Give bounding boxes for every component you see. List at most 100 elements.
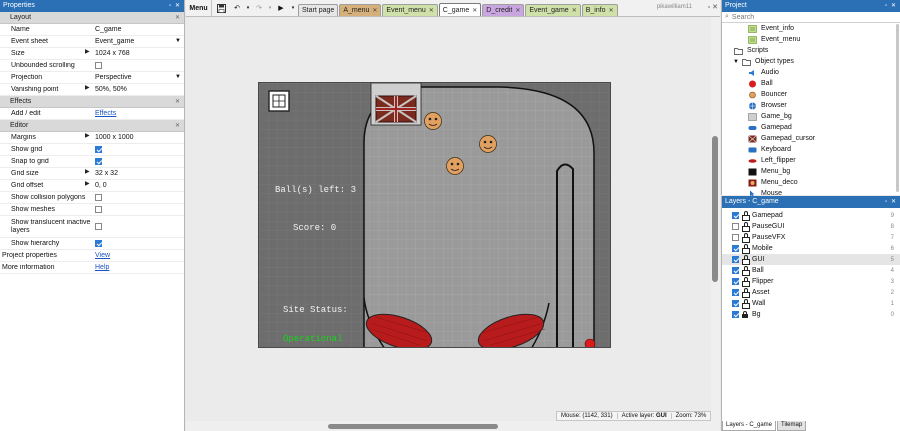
project-item-scripts[interactable]: Scripts bbox=[722, 45, 900, 56]
layer-row-pausegui[interactable]: PauseGUI 8 bbox=[722, 221, 900, 232]
checkbox[interactable] bbox=[95, 157, 102, 165]
panel-controls-icon[interactable]: ▫ ✕ bbox=[885, 0, 900, 12]
project-item-audio[interactable]: Audio bbox=[722, 67, 900, 78]
layer-visible-checkbox[interactable] bbox=[732, 311, 739, 318]
project-item-gamepad[interactable]: Gamepad bbox=[722, 122, 900, 133]
prop-value[interactable]: Help bbox=[92, 264, 184, 271]
layer-row-wall[interactable]: Wall 1 bbox=[722, 298, 900, 309]
undo-dropdown-icon[interactable]: ▾ bbox=[244, 0, 252, 16]
save-icon[interactable] bbox=[212, 0, 230, 16]
unlock-icon[interactable] bbox=[742, 299, 750, 309]
tab-start-page[interactable]: Start page bbox=[298, 4, 339, 16]
layer-visible-checkbox[interactable] bbox=[732, 256, 739, 263]
unlock-icon[interactable] bbox=[742, 288, 750, 298]
menu-button[interactable]: Menu bbox=[186, 0, 212, 16]
user-name[interactable]: pikawilliam11 bbox=[657, 4, 692, 10]
prop-value[interactable]: View bbox=[92, 252, 184, 259]
prop-value[interactable] bbox=[92, 222, 184, 230]
collapse-icon[interactable]: ✕ bbox=[175, 12, 180, 24]
prop-value[interactable] bbox=[92, 157, 184, 165]
checkbox[interactable] bbox=[95, 61, 102, 69]
layer-row-pausevfx[interactable]: PauseVFX 7 bbox=[722, 232, 900, 243]
chevron-down-icon[interactable]: ▼ bbox=[175, 38, 181, 44]
prop-value[interactable]: Perspective ▼ bbox=[92, 74, 184, 81]
unlock-icon[interactable] bbox=[742, 244, 750, 254]
link-help[interactable]: Help bbox=[95, 264, 109, 271]
expand-arrow-icon[interactable]: ▶ bbox=[85, 132, 90, 139]
chevron-down-icon[interactable]: ▼ bbox=[175, 74, 181, 80]
layer-visible-checkbox[interactable] bbox=[732, 234, 739, 241]
unlock-icon[interactable] bbox=[742, 222, 750, 232]
close-icon[interactable]: ✕ bbox=[429, 7, 434, 14]
project-item-browser[interactable]: Browser bbox=[722, 100, 900, 111]
close-icon[interactable]: ✕ bbox=[572, 7, 577, 14]
checkbox[interactable] bbox=[95, 193, 102, 201]
search-input[interactable]: Search bbox=[732, 14, 754, 21]
tab-b-info[interactable]: B_info ✕ bbox=[581, 4, 618, 16]
layout-view[interactable]: Ball(s) left: 3 Score: 0 Site Status: Op… bbox=[186, 17, 720, 421]
layer-row-bg[interactable]: Bg 0 bbox=[722, 309, 900, 320]
layer-visible-checkbox[interactable] bbox=[732, 212, 739, 219]
section-effects[interactable]: Effects ✕ bbox=[0, 96, 184, 108]
expand-arrow-icon[interactable]: ▶ bbox=[85, 48, 90, 55]
layer-visible-checkbox[interactable] bbox=[732, 289, 739, 296]
prop-value[interactable] bbox=[92, 145, 184, 153]
project-search[interactable]: ⌕ Search bbox=[722, 12, 900, 23]
tab-d-credit[interactable]: D_credit ✕ bbox=[482, 4, 525, 16]
game-scene[interactable]: Ball(s) left: 3 Score: 0 Site Status: Op… bbox=[258, 82, 611, 348]
expand-arrow-icon[interactable]: ▶ bbox=[85, 84, 90, 91]
prop-value[interactable] bbox=[92, 205, 184, 213]
checkbox[interactable] bbox=[95, 239, 102, 247]
layer-row-gui[interactable]: GUI 5 bbox=[722, 254, 900, 265]
unlock-icon[interactable] bbox=[742, 266, 750, 276]
unlock-icon[interactable] bbox=[742, 255, 750, 265]
window-controls-icon[interactable]: ▫ ✕ bbox=[708, 3, 718, 11]
layer-row-asset[interactable]: Asset 2 bbox=[722, 287, 900, 298]
layer-visible-checkbox[interactable] bbox=[732, 245, 739, 252]
project-item-menu-deco[interactable]: Menu_deco bbox=[722, 177, 900, 188]
layer-row-mobile[interactable]: Mobile 6 bbox=[722, 243, 900, 254]
project-item-bouncer[interactable]: Bouncer bbox=[722, 89, 900, 100]
project-item-event-info[interactable]: Event_info bbox=[722, 23, 900, 34]
tab-a-menu[interactable]: A_menu ✕ bbox=[339, 4, 382, 16]
expand-arrow-icon[interactable]: ▶ bbox=[85, 180, 90, 187]
unlock-icon[interactable] bbox=[742, 277, 750, 287]
close-icon[interactable]: ✕ bbox=[372, 7, 377, 14]
close-icon[interactable]: ✕ bbox=[472, 7, 477, 14]
prop-value[interactable]: Effects bbox=[92, 110, 184, 117]
lock-icon[interactable] bbox=[742, 311, 748, 318]
section-layout[interactable]: Layout ✕ bbox=[0, 12, 184, 24]
redo-dropdown-icon[interactable]: ▾ bbox=[266, 0, 274, 16]
bottom-tab-layers-c-game[interactable]: Layers - C_game bbox=[722, 421, 777, 431]
project-item-game-bg[interactable]: Game_bg bbox=[722, 111, 900, 122]
tab-event-menu[interactable]: Event_menu ✕ bbox=[382, 4, 438, 16]
layer-row-gamepad[interactable]: Gamepad 9 bbox=[722, 210, 900, 221]
layer-row-ball[interactable]: Ball 4 bbox=[722, 265, 900, 276]
close-icon[interactable]: ✕ bbox=[515, 7, 520, 14]
collapse-icon[interactable]: ✕ bbox=[175, 96, 180, 108]
layer-visible-checkbox[interactable] bbox=[732, 300, 739, 307]
tab-event-game[interactable]: Event_game ✕ bbox=[525, 4, 581, 16]
project-item-menu-bg[interactable]: Menu_bg bbox=[722, 166, 900, 177]
unlock-icon[interactable] bbox=[742, 211, 750, 221]
layer-visible-checkbox[interactable] bbox=[732, 223, 739, 230]
project-item-left-flipper[interactable]: Left_flipper bbox=[722, 155, 900, 166]
project-item-event-menu[interactable]: Event_menu bbox=[722, 34, 900, 45]
link-effects[interactable]: Effects bbox=[95, 110, 116, 117]
link-view[interactable]: View bbox=[95, 252, 110, 259]
checkbox[interactable] bbox=[95, 145, 102, 153]
play-dropdown-icon[interactable]: ▾ bbox=[288, 0, 298, 16]
panel-controls-icon[interactable]: ▫ ✕ bbox=[169, 0, 184, 12]
undo-icon[interactable]: ↶ bbox=[230, 0, 244, 16]
checkbox[interactable] bbox=[95, 222, 102, 230]
play-icon[interactable]: ▶ bbox=[274, 0, 288, 16]
layer-visible-checkbox[interactable] bbox=[732, 278, 739, 285]
section-editor[interactable]: Editor ✕ bbox=[0, 120, 184, 132]
prop-value[interactable] bbox=[92, 239, 184, 247]
layer-visible-checkbox[interactable] bbox=[732, 267, 739, 274]
horizontal-scroll-thumb[interactable] bbox=[328, 424, 498, 429]
project-item-keyboard[interactable]: Keyboard bbox=[722, 144, 900, 155]
prop-value[interactable] bbox=[92, 193, 184, 201]
project-item-gamepad-cursor[interactable]: Gamepad_cursor bbox=[722, 133, 900, 144]
prop-value[interactable] bbox=[92, 61, 184, 69]
